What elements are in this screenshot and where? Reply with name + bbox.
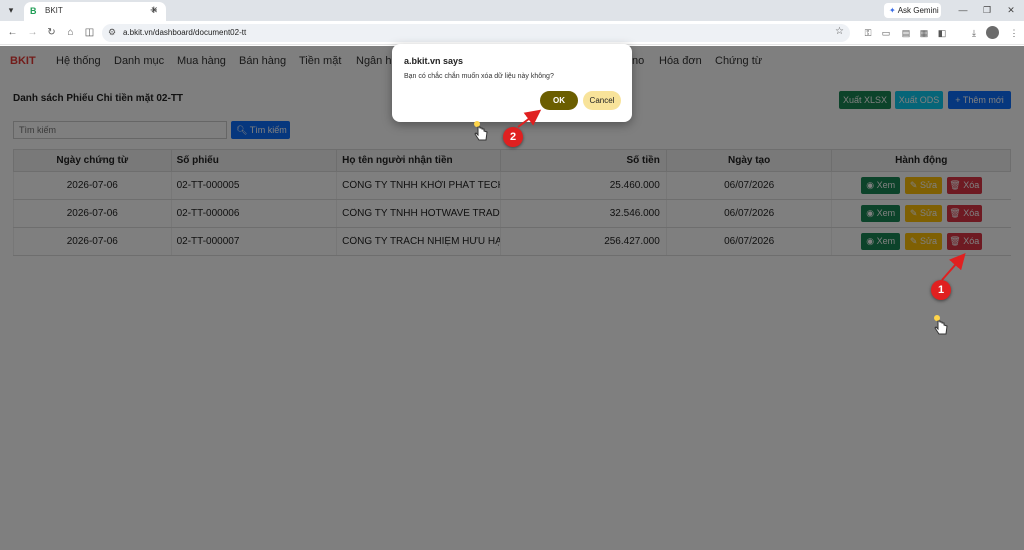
window-close-icon[interactable]: ✕ xyxy=(1004,3,1018,17)
bookmark-star-icon[interactable]: ☆ xyxy=(835,26,844,37)
password-key-icon[interactable]: ⚿ xyxy=(862,27,874,39)
home-icon[interactable]: ⌂ xyxy=(64,26,77,39)
step-marker-1: 1 xyxy=(931,280,951,300)
site-info-icon[interactable]: ⚙ xyxy=(108,27,116,38)
forward-arrow-icon[interactable]: → xyxy=(26,26,39,39)
url-text: a.bkit.vn/dashboard/document02-tt xyxy=(123,28,247,37)
dialog-cancel-button[interactable]: Cancel xyxy=(583,91,621,110)
dialog-message: Bạn có chắc chắn muốn xóa dữ liệu này kh… xyxy=(404,73,554,80)
browser-toolbar: ← → ↻ ⌂ ◫ ⚙ a.bkit.vn/dashboard/document… xyxy=(0,21,1024,45)
tab-title: BKIT xyxy=(45,6,63,15)
back-arrow-icon[interactable]: ← xyxy=(6,26,19,39)
reading-list-icon[interactable]: ▤ xyxy=(900,27,912,39)
address-bar[interactable]: ⚙ a.bkit.vn/dashboard/document02-tt ☆ xyxy=(102,24,850,42)
restore-icon[interactable]: ❐ xyxy=(980,3,994,17)
dialog-ok-button[interactable]: OK xyxy=(540,91,578,110)
minimize-icon[interactable]: — xyxy=(956,3,970,17)
reload-icon[interactable]: ↻ xyxy=(45,26,58,39)
browser-tab-bar: ▾ B BKIT ✕ + ✦ Ask Gemini — ❐ ✕ xyxy=(0,0,1024,21)
more-menu-icon[interactable]: ⋮ xyxy=(1008,27,1020,39)
favicon-icon: B xyxy=(30,6,37,16)
extension-puzzle-icon[interactable]: ◧ xyxy=(936,27,948,39)
hand-cursor-icon xyxy=(932,314,950,338)
new-tab-plus-icon[interactable]: + xyxy=(150,2,162,18)
hand-cursor-icon xyxy=(472,120,490,144)
extension-icon[interactable]: ▦ xyxy=(918,27,930,39)
gemini-sparkle-icon: ✦ xyxy=(889,6,896,15)
browser-tab[interactable]: B BKIT ✕ xyxy=(24,2,166,21)
payment-card-icon[interactable]: ▭ xyxy=(880,27,892,39)
confirm-dialog: a.bkit.vn says Bạn có chắc chắn muốn xóa… xyxy=(392,44,632,122)
tab-search-icon[interactable]: ▾ xyxy=(4,3,18,17)
profile-avatar[interactable] xyxy=(986,26,999,39)
step-marker-2: 2 xyxy=(503,127,523,147)
ask-gemini-button[interactable]: ✦ Ask Gemini xyxy=(884,3,941,18)
side-panel-icon[interactable]: ◫ xyxy=(83,26,96,39)
download-icon[interactable]: ⤓ xyxy=(968,27,980,39)
dialog-title: a.bkit.vn says xyxy=(404,56,464,66)
